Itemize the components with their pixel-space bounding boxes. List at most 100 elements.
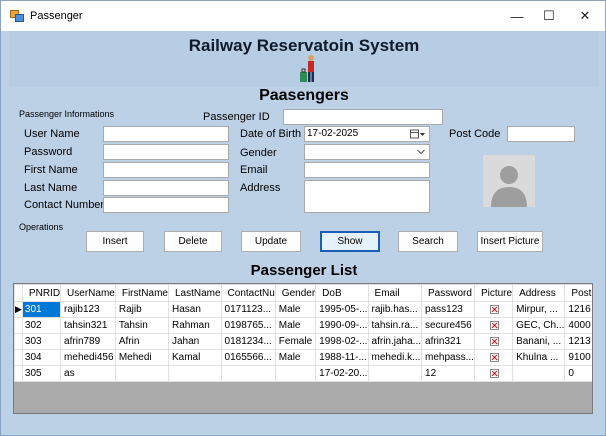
cell-email[interactable]: afrin.jaha...: [367, 333, 423, 350]
cell-address[interactable]: Khulna ...: [512, 349, 566, 366]
cell-picture[interactable]: [473, 301, 514, 318]
cell-pnrid[interactable]: 304: [21, 349, 62, 366]
cell-postcode[interactable]: 1216: [564, 301, 592, 318]
cell-username[interactable]: as: [60, 365, 116, 382]
close-button[interactable]: ✕: [569, 1, 601, 31]
cell-dob[interactable]: 1998-02-...: [315, 333, 369, 350]
col-header-pnrid[interactable]: PNRID: [21, 284, 62, 302]
cell-lastname[interactable]: Kamal: [167, 349, 222, 366]
col-header-contact[interactable]: ContactNu: [220, 284, 276, 302]
firstname-input[interactable]: [103, 162, 229, 178]
maximize-button[interactable]: ☐: [533, 1, 565, 31]
cell-postcode[interactable]: 4000: [564, 317, 592, 334]
cell-pnrid[interactable]: 302: [21, 317, 62, 334]
address-input[interactable]: [304, 180, 430, 213]
cell-picture[interactable]: [473, 333, 514, 350]
show-button[interactable]: Show: [320, 231, 380, 252]
update-button[interactable]: Update: [241, 231, 301, 252]
cell-postcode[interactable]: 1213: [564, 333, 592, 350]
table-row[interactable]: 302 tahsin321 Tahsin Rahman 0198765... M…: [14, 317, 592, 334]
col-header-gender[interactable]: Gender: [274, 284, 317, 302]
row-selector[interactable]: [14, 349, 23, 366]
cell-dob[interactable]: 17-02-20...: [315, 365, 369, 382]
table-row[interactable]: 305 as 17-02-20... 12 0: [14, 365, 592, 382]
cell-username[interactable]: rajib123: [60, 301, 116, 318]
contact-input[interactable]: [103, 197, 229, 213]
cell-firstname[interactable]: Afrin: [114, 333, 169, 350]
gender-select[interactable]: [304, 144, 430, 160]
col-header-lastname[interactable]: LastName: [167, 284, 222, 302]
cell-address[interactable]: GEC, Ch...: [512, 317, 566, 334]
cell-username[interactable]: afrin789: [60, 333, 116, 350]
cell-lastname[interactable]: Hasan: [167, 301, 222, 318]
cell-email[interactable]: rajib.has...: [367, 301, 423, 318]
title-bar[interactable]: Passenger — ☐ ✕: [1, 1, 605, 31]
username-input[interactable]: [103, 126, 229, 142]
row-selector[interactable]: ▶: [14, 301, 23, 318]
insert-button[interactable]: Insert: [86, 231, 144, 252]
cell-password[interactable]: mehpass...: [421, 349, 475, 366]
col-header-postcode[interactable]: PostCode: [564, 284, 592, 302]
cell-pnrid[interactable]: 303: [21, 333, 62, 350]
cell-username[interactable]: mehedi456: [60, 349, 116, 366]
cell-email[interactable]: mehedi.k...: [367, 349, 423, 366]
cell-picture[interactable]: [473, 317, 514, 334]
dob-picker[interactable]: 17-02-2025: [304, 126, 430, 142]
cell-firstname[interactable]: Tahsin: [114, 317, 169, 334]
minimize-button[interactable]: —: [501, 1, 533, 31]
col-header-picture[interactable]: Picture: [473, 284, 514, 302]
cell-dob[interactable]: 1988-11-...: [315, 349, 369, 366]
cell-contact[interactable]: 0171123...: [220, 301, 276, 318]
col-header-email[interactable]: Email: [367, 284, 423, 302]
cell-contact[interactable]: 0165566...: [220, 349, 276, 366]
cell-password[interactable]: 12: [421, 365, 475, 382]
table-row[interactable]: 303 afrin789 Afrin Jahan 0181234... Fema…: [14, 333, 592, 350]
cell-lastname[interactable]: [167, 365, 222, 382]
cell-lastname[interactable]: Jahan: [167, 333, 222, 350]
cell-gender[interactable]: [274, 365, 317, 382]
cell-password[interactable]: secure456: [421, 317, 475, 334]
cell-gender[interactable]: Male: [274, 301, 317, 318]
col-header-dob[interactable]: DoB: [315, 284, 369, 302]
cell-contact[interactable]: 0198765...: [220, 317, 276, 334]
cell-address[interactable]: [512, 365, 566, 382]
cell-dob[interactable]: 1995-05-...: [315, 301, 369, 318]
row-selector[interactable]: [14, 317, 23, 334]
user-avatar-icon[interactable]: [483, 155, 535, 207]
cell-picture[interactable]: [473, 365, 514, 382]
passenger-id-input[interactable]: [283, 109, 443, 125]
col-header-username[interactable]: UserName: [60, 284, 116, 302]
table-row[interactable]: ▶ 301 rajib123 Rajib Hasan 0171123... Ma…: [14, 301, 592, 318]
col-header-firstname[interactable]: FirstName: [114, 284, 169, 302]
cell-firstname[interactable]: Mehedi: [114, 349, 169, 366]
cell-contact[interactable]: [220, 365, 276, 382]
email-input[interactable]: [304, 162, 430, 178]
postcode-input[interactable]: [507, 126, 575, 142]
cell-postcode[interactable]: 0: [564, 365, 592, 382]
cell-password[interactable]: afrin321: [421, 333, 475, 350]
cell-postcode[interactable]: 9100: [564, 349, 592, 366]
cell-username[interactable]: tahsin321: [60, 317, 116, 334]
cell-password[interactable]: pass123: [421, 301, 475, 318]
col-header-address[interactable]: Address: [512, 284, 566, 302]
cell-firstname[interactable]: [114, 365, 169, 382]
cell-pnrid[interactable]: 301: [21, 301, 62, 318]
cell-contact[interactable]: 0181234...: [220, 333, 276, 350]
cell-gender[interactable]: Male: [274, 349, 317, 366]
cell-pnrid[interactable]: 305: [21, 365, 62, 382]
cell-lastname[interactable]: Rahman: [167, 317, 222, 334]
cell-email[interactable]: [367, 365, 423, 382]
cell-address[interactable]: Banani, ...: [512, 333, 566, 350]
search-button[interactable]: Search: [398, 231, 458, 252]
cell-picture[interactable]: [473, 349, 514, 366]
row-selector[interactable]: [14, 365, 23, 382]
col-header-password[interactable]: Password: [421, 284, 475, 302]
lastname-input[interactable]: [103, 180, 229, 196]
passenger-grid[interactable]: PNRID UserName FirstName LastName Contac…: [13, 283, 593, 414]
cell-gender[interactable]: Female: [274, 333, 317, 350]
cell-firstname[interactable]: Rajib: [114, 301, 169, 318]
cell-address[interactable]: Mirpur, ...: [512, 301, 566, 318]
row-selector[interactable]: [14, 333, 23, 350]
delete-button[interactable]: Delete: [164, 231, 222, 252]
insert-picture-button[interactable]: Insert Picture: [477, 231, 543, 252]
